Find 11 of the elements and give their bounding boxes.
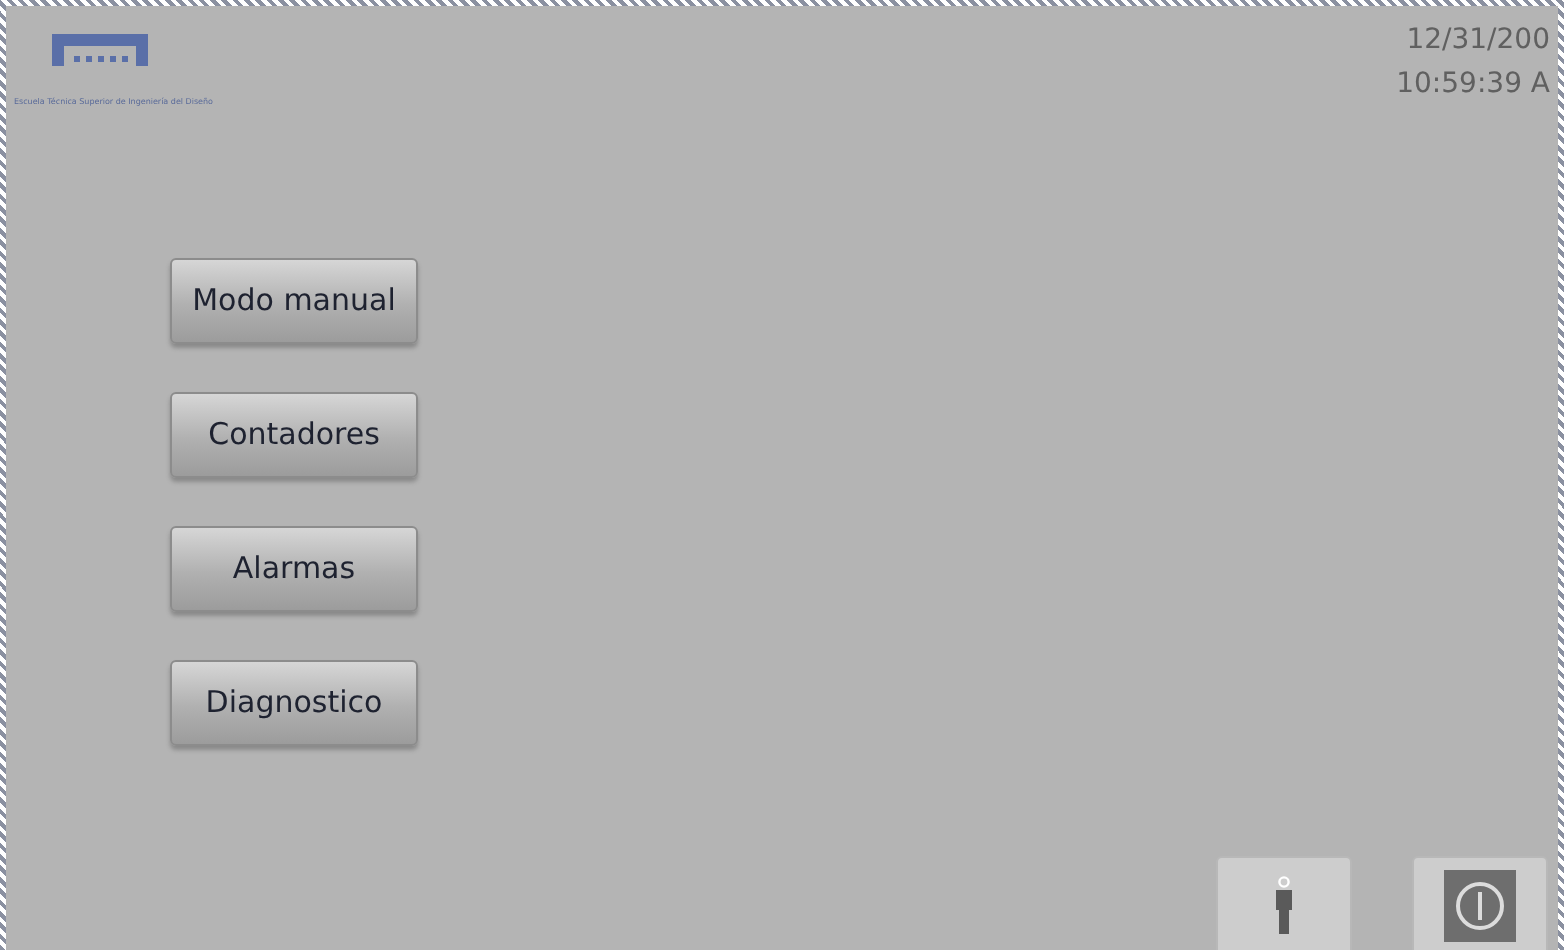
menu-button[interactable]: Alarmas xyxy=(170,526,418,612)
time-text: 10:59:39 A xyxy=(1396,66,1550,104)
logo-icon xyxy=(48,34,152,70)
user-icon xyxy=(1272,876,1296,936)
power-icon xyxy=(1444,870,1516,942)
power-button[interactable] xyxy=(1412,856,1548,950)
menu-button[interactable]: Contadores xyxy=(170,392,418,478)
menu-button[interactable]: Diagnostico xyxy=(170,660,418,746)
user-button[interactable] xyxy=(1216,856,1352,950)
date-text: 12/31/200 xyxy=(1404,22,1550,60)
menu-button[interactable]: Modo manual xyxy=(170,258,418,344)
